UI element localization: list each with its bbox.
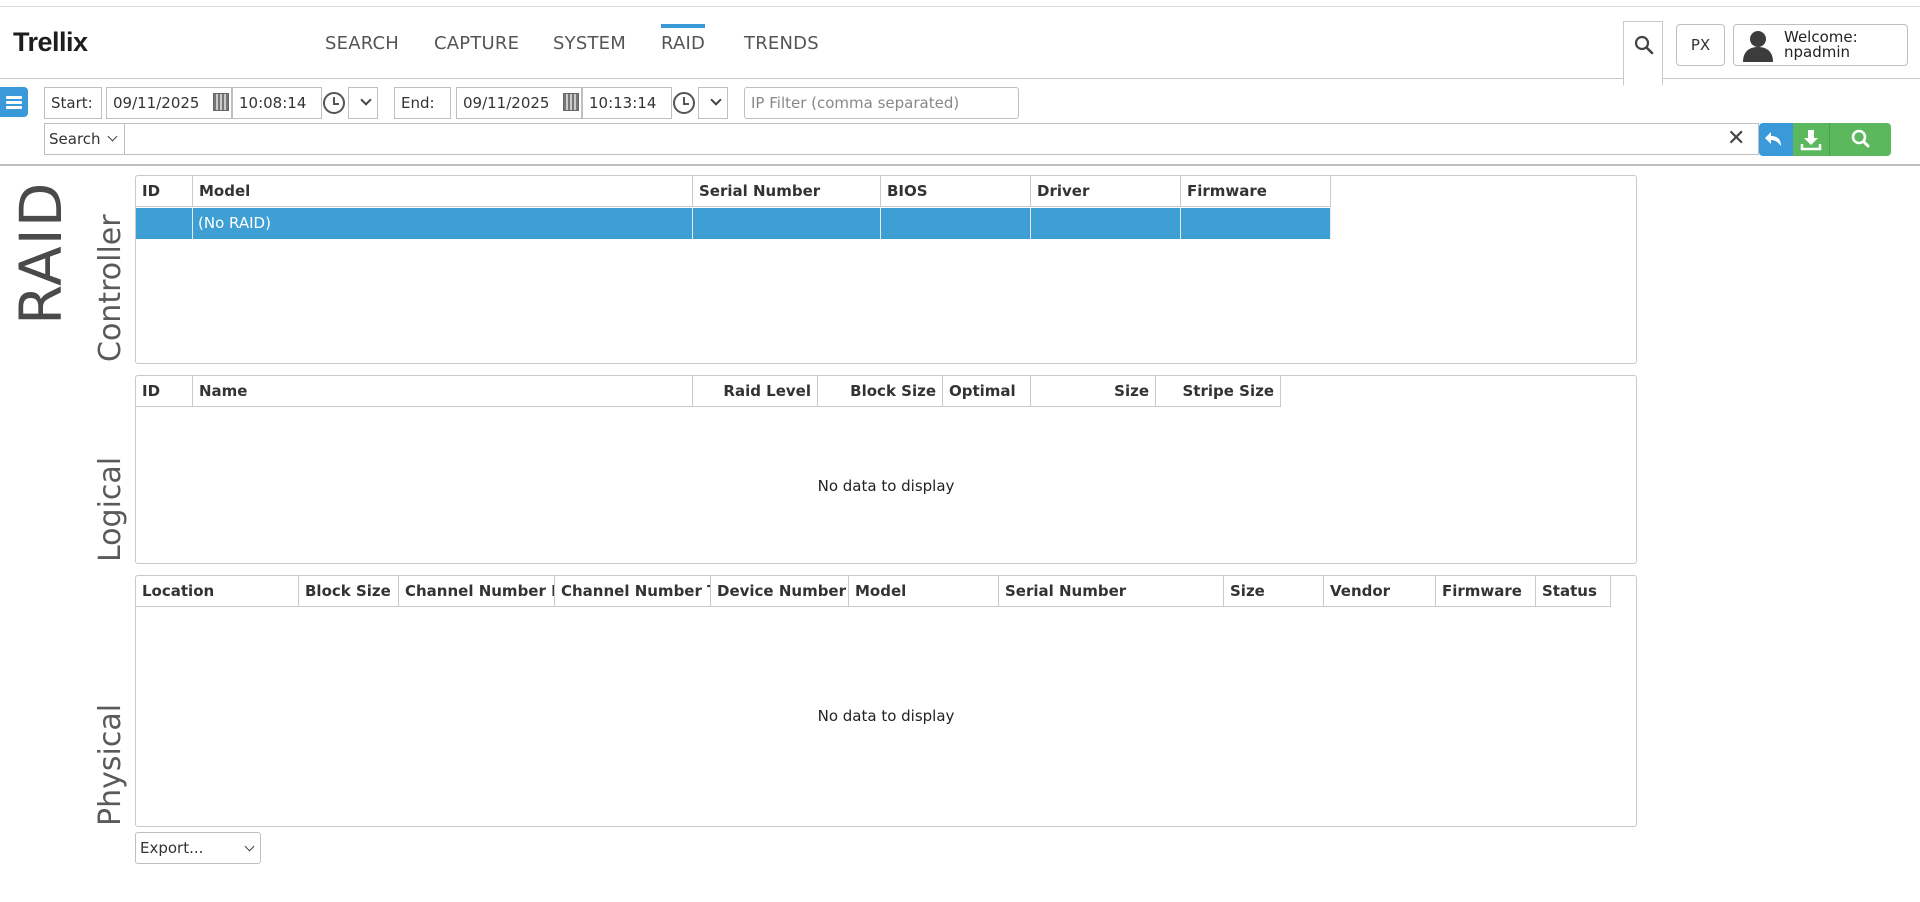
cell-firmware: [1181, 208, 1331, 239]
clock-icon[interactable]: [323, 92, 345, 114]
download-icon: [1800, 130, 1822, 151]
table-row[interactable]: (No RAID): [136, 208, 1331, 239]
empty-state-text: No data to display: [817, 477, 955, 495]
cell-serial-number: [693, 208, 881, 239]
col-header-id[interactable]: ID: [136, 376, 193, 407]
nav-capture[interactable]: CAPTURE: [434, 33, 519, 54]
nav-search[interactable]: SEARCH: [325, 33, 399, 54]
search-query-input[interactable]: [125, 123, 1759, 155]
search-mode-select[interactable]: Search: [44, 123, 125, 155]
top-navbar: Trellix SEARCH CAPTURE SYSTEM RAID TREND…: [0, 7, 1920, 86]
search-icon: [1634, 35, 1654, 55]
logical-grid-header: ID Name Raid Level Block Size Optimal Si…: [136, 376, 1281, 407]
undo-icon: [1765, 132, 1781, 146]
col-header-size[interactable]: Size: [1224, 576, 1324, 607]
cell-id: [136, 208, 193, 239]
nav-system[interactable]: SYSTEM: [553, 33, 626, 54]
col-header-raid-level[interactable]: Raid Level: [693, 376, 818, 407]
col-header-optimal[interactable]: Optimal: [943, 376, 1031, 407]
run-search-button[interactable]: [1829, 123, 1891, 156]
export-select[interactable]: Export...: [135, 832, 261, 864]
cell-bios: [881, 208, 1031, 239]
ip-filter-input[interactable]: IP Filter (comma separated): [744, 87, 1019, 119]
nav-raid[interactable]: RAID: [661, 24, 706, 54]
col-header-model[interactable]: Model: [193, 176, 693, 207]
physical-grid: Location Block Size Channel Number L Cha…: [135, 575, 1637, 827]
menu-icon-line: [6, 101, 22, 104]
px-button[interactable]: PX: [1676, 24, 1725, 66]
physical-section-title: Physical: [93, 703, 128, 826]
col-header-id[interactable]: ID: [136, 176, 193, 207]
export-label: Export...: [140, 839, 204, 857]
col-header-driver[interactable]: Driver: [1031, 176, 1181, 207]
menu-icon: [6, 96, 22, 99]
active-tab-indicator: [661, 24, 706, 28]
calendar-icon[interactable]: [563, 93, 579, 111]
controller-grid: ID Model Serial Number BIOS Driver Firmw…: [135, 175, 1637, 364]
chevron-down-icon: [107, 131, 118, 142]
menu-icon-line: [6, 106, 22, 109]
search-mode-value: Search: [49, 130, 101, 148]
start-time-input[interactable]: 10:08:14: [232, 87, 322, 119]
col-header-model[interactable]: Model: [849, 576, 999, 607]
physical-grid-header: Location Block Size Channel Number L Cha…: [136, 576, 1611, 607]
col-header-channel-number-l[interactable]: Channel Number L: [399, 576, 555, 607]
page-title: RAID: [7, 181, 75, 325]
col-header-location[interactable]: Location: [136, 576, 299, 607]
chevron-down-icon: [244, 841, 255, 852]
download-button[interactable]: [1793, 123, 1829, 156]
toolbar-divider: [0, 164, 1920, 166]
col-header-name[interactable]: Name: [193, 376, 693, 407]
search-icon: [1851, 129, 1870, 148]
col-header-serial-number[interactable]: Serial Number: [693, 176, 881, 207]
end-label: End:: [394, 87, 451, 119]
col-header-vendor[interactable]: Vendor: [1324, 576, 1436, 607]
logical-grid: ID Name Raid Level Block Size Optimal Si…: [135, 375, 1637, 564]
cell-driver: [1031, 208, 1181, 239]
user-icon: [1743, 31, 1773, 62]
welcome-text: Welcome: npadmin: [1784, 30, 1858, 60]
col-header-serial-number[interactable]: Serial Number: [999, 576, 1224, 607]
cell-model: (No RAID): [193, 208, 693, 239]
col-header-firmware[interactable]: Firmware: [1436, 576, 1536, 607]
calendar-icon[interactable]: [213, 93, 229, 111]
clock-icon[interactable]: [673, 92, 695, 114]
username: npadmin: [1784, 43, 1851, 61]
logical-section-title: Logical: [93, 456, 128, 562]
col-header-status[interactable]: Status: [1536, 576, 1611, 607]
col-header-block-size[interactable]: Block Size: [818, 376, 943, 407]
col-header-firmware[interactable]: Firmware: [1181, 176, 1331, 207]
undo-button[interactable]: [1759, 123, 1793, 156]
global-search-tab[interactable]: [1623, 21, 1663, 86]
nav-trends[interactable]: TRENDS: [744, 33, 819, 54]
nav-raid-label: RAID: [661, 33, 706, 54]
empty-state-text: No data to display: [817, 707, 955, 725]
col-header-device-number[interactable]: Device Number: [711, 576, 849, 607]
controller-grid-header: ID Model Serial Number BIOS Driver Firmw…: [136, 176, 1331, 207]
brand-name: Trellix: [13, 27, 88, 57]
controller-section-title: Controller: [93, 214, 128, 362]
col-header-stripe-size[interactable]: Stripe Size: [1156, 376, 1281, 407]
close-icon[interactable]: ✕: [1727, 124, 1745, 154]
start-label: Start:: [44, 87, 102, 119]
user-menu[interactable]: Welcome: npadmin: [1733, 24, 1908, 66]
end-time-input[interactable]: 10:13:14: [582, 87, 672, 119]
sidebar-toggle-button[interactable]: [0, 87, 28, 117]
col-header-bios[interactable]: BIOS: [881, 176, 1031, 207]
brand-logo[interactable]: Trellix: [13, 27, 88, 58]
col-header-size[interactable]: Size: [1031, 376, 1156, 407]
col-header-block-size[interactable]: Block Size: [299, 576, 399, 607]
col-header-channel-number-t[interactable]: Channel Number T: [555, 576, 711, 607]
